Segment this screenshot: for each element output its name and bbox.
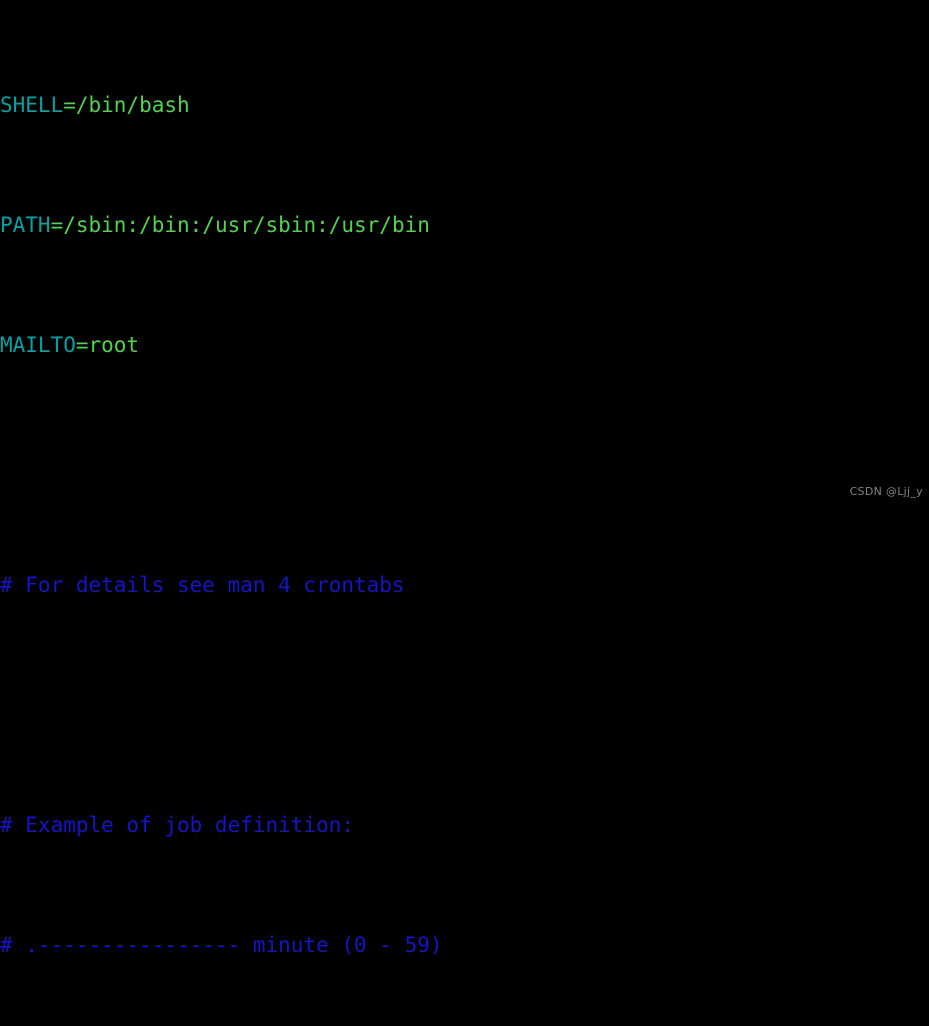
shell-variable-name: SHELL <box>0 93 64 117</box>
mailto-variable-value: =root <box>75 333 140 357</box>
shell-variable-value: =/bin/bash <box>63 93 190 117</box>
line-shell: SHELL=/bin/bash <box>0 90 929 120</box>
path-variable-value: =/sbin:/bin:/usr/sbin:/usr/bin <box>50 213 430 237</box>
line-comment-example-header: # Example of job definition: <box>0 813 355 837</box>
watermark-label: CSDN @Ljj_y <box>849 485 923 498</box>
terminal-screen[interactable]: SHELL=/bin/bash PATH=/sbin:/bin:/usr/sbi… <box>0 0 929 957</box>
line-comment-minute: # .---------------- minute (0 - 59) <box>0 933 443 957</box>
mailto-variable-name: MAILTO <box>0 333 76 357</box>
line-mailto: MAILTO=root <box>0 330 929 360</box>
line-path: PATH=/sbin:/bin:/usr/sbin:/usr/bin <box>0 210 929 240</box>
line-comment-details: # For details see man 4 crontabs <box>0 573 405 597</box>
line-blank-2 <box>0 690 929 720</box>
path-variable-name: PATH <box>0 213 51 237</box>
line-blank-1 <box>0 450 929 480</box>
